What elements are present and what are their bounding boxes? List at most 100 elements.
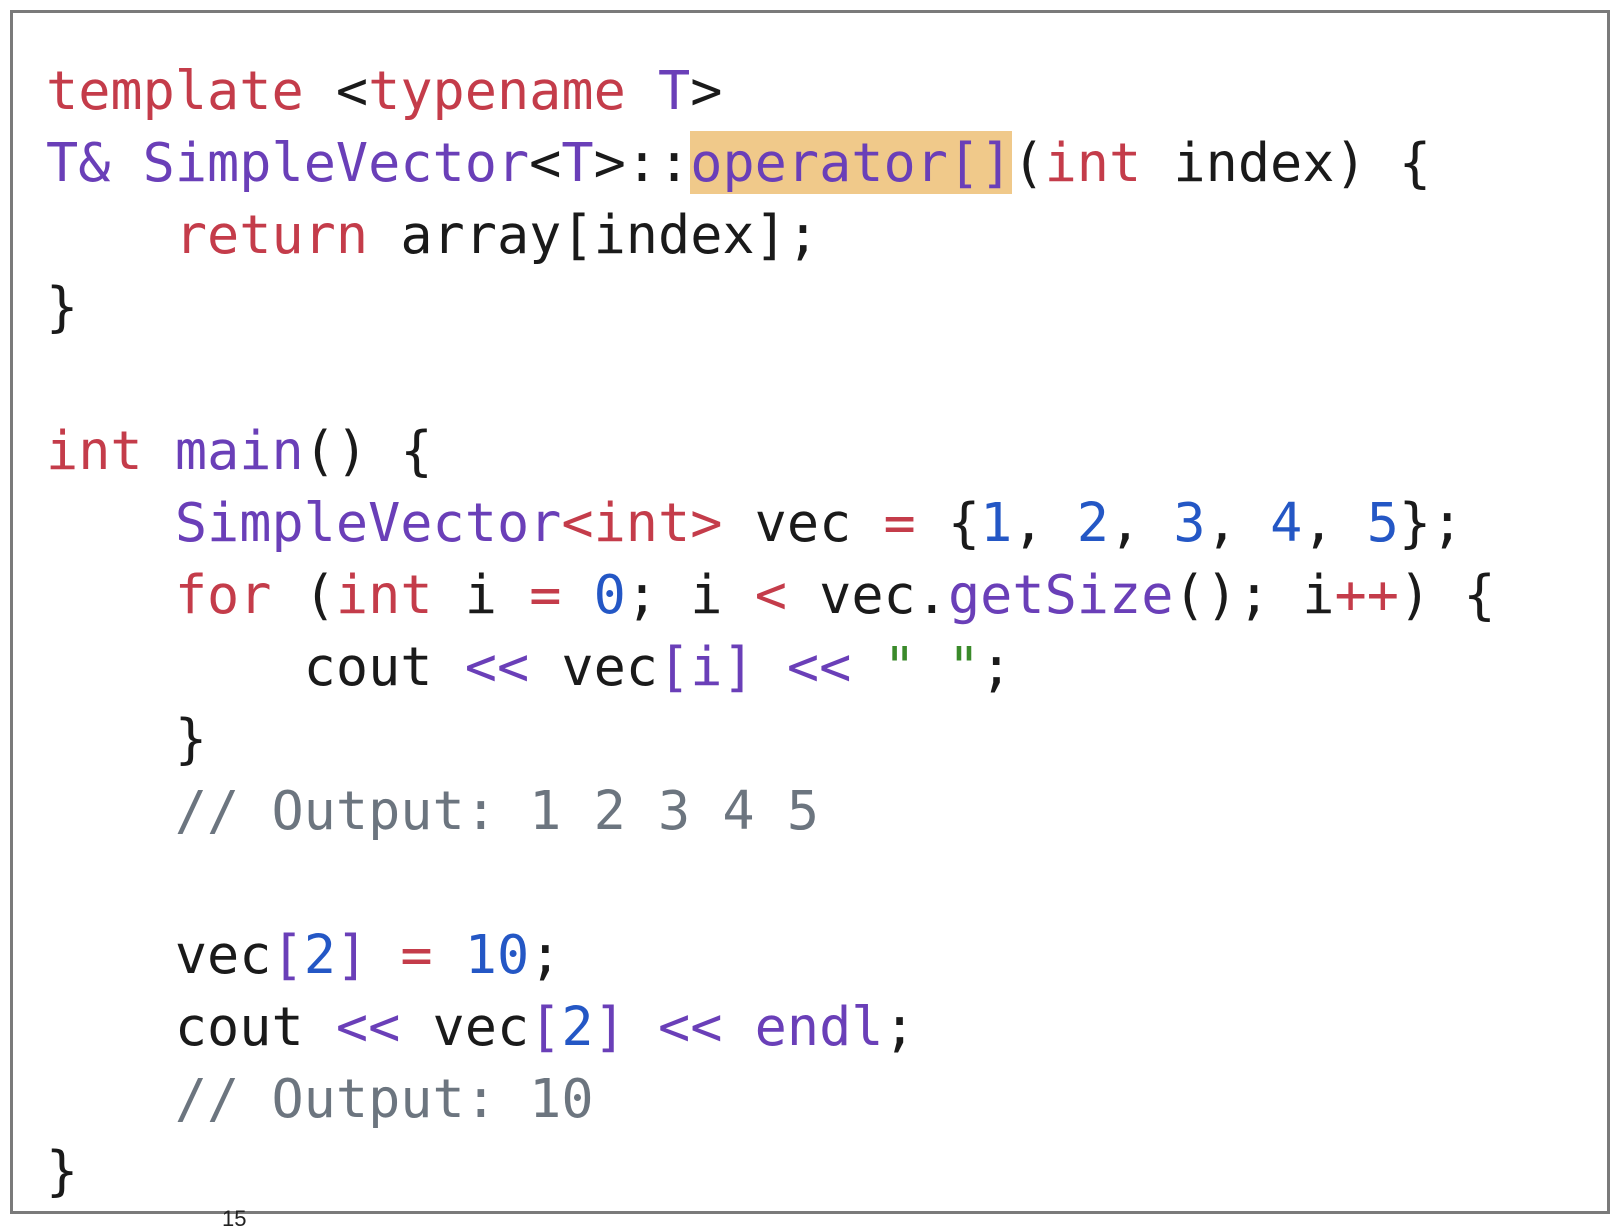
code-line: // Output: 1 2 3 4 5 bbox=[46, 775, 1496, 847]
plain-token: } bbox=[46, 707, 208, 770]
type-token: T& bbox=[46, 131, 111, 194]
type-token: SimpleVector bbox=[142, 131, 530, 194]
plain-token: vec. bbox=[786, 563, 948, 626]
plain-token: , bbox=[1302, 491, 1367, 554]
function-token: getSize bbox=[947, 563, 1174, 626]
function-token: endl bbox=[754, 995, 884, 1058]
keyword-token: < bbox=[754, 563, 787, 626]
code-line: return array[index]; bbox=[46, 199, 1496, 271]
code-frame: template <typename T> T& SimpleVector<T>:… bbox=[10, 10, 1610, 1214]
keyword-token: <int> bbox=[561, 491, 723, 554]
keyword-token: = bbox=[529, 563, 562, 626]
code-block: template <typename T> T& SimpleVector<T>:… bbox=[46, 13, 1496, 1207]
code-line: for (int i = 0; i < vec.getSize(); i++) … bbox=[46, 559, 1496, 631]
operator-token: << bbox=[335, 995, 401, 1058]
type-token: T bbox=[561, 131, 594, 194]
keyword-token: int bbox=[335, 563, 433, 626]
code-line: SimpleVector<int> vec = {1, 2, 3, 4, 5}; bbox=[46, 487, 1496, 559]
keyword-token: typename bbox=[368, 59, 626, 122]
plain-token: vec bbox=[46, 923, 272, 986]
code-line: vec[2] = 10; bbox=[46, 919, 1496, 991]
operator-token: ] bbox=[335, 923, 369, 986]
code-line: cout << vec[i] << " "; bbox=[46, 631, 1496, 703]
plain-token: ; bbox=[529, 923, 562, 986]
plain-token: ) { bbox=[1398, 563, 1496, 626]
plain-token: ( bbox=[1012, 131, 1045, 194]
code-line: cout << vec[2] << endl; bbox=[46, 991, 1496, 1063]
number-token: 3 bbox=[1173, 491, 1206, 554]
keyword-token: = bbox=[400, 923, 433, 986]
operator-token: [ bbox=[271, 923, 304, 986]
keyword-token: = bbox=[883, 491, 916, 554]
keyword-token: int bbox=[46, 419, 143, 482]
keyword-token: return bbox=[174, 203, 369, 266]
comment-token: // Output: 1 2 3 4 5 bbox=[174, 779, 820, 842]
plain-token: ( bbox=[271, 563, 336, 626]
code-line: int main() { bbox=[46, 415, 1496, 487]
plain-token: < bbox=[303, 59, 369, 122]
operator-token: [i] bbox=[658, 635, 755, 698]
code-line: ​ bbox=[46, 343, 1496, 415]
code-line: } bbox=[46, 271, 1496, 343]
keyword-token: int bbox=[1044, 131, 1142, 194]
code-line: } bbox=[46, 703, 1496, 775]
page-number: 15 bbox=[222, 1206, 247, 1231]
plain-token: vec bbox=[529, 635, 658, 698]
code-line: template <typename T> bbox=[46, 55, 1496, 127]
function-token: main bbox=[174, 419, 304, 482]
plain-token: } bbox=[46, 275, 79, 338]
plain-token: cout bbox=[46, 635, 465, 698]
operator-token: << bbox=[658, 995, 723, 1058]
plain-token: > bbox=[690, 59, 723, 122]
plain-token: >:: bbox=[593, 131, 691, 194]
plain-token: i bbox=[432, 563, 530, 626]
number-token: 2 bbox=[1076, 491, 1109, 554]
plain-token: , bbox=[1205, 491, 1271, 554]
operator-token: << bbox=[464, 635, 530, 698]
plain-token: ; i bbox=[625, 563, 755, 626]
operator-token: ] bbox=[593, 995, 626, 1058]
number-token: 10 bbox=[464, 923, 530, 986]
plain-token: { bbox=[915, 491, 981, 554]
number-token: 2 bbox=[561, 995, 594, 1058]
type-token: SimpleVector bbox=[174, 491, 562, 554]
plain-token: < bbox=[529, 131, 562, 194]
plain-token: () { bbox=[303, 419, 433, 482]
plain-token: , bbox=[1012, 491, 1077, 554]
plain-token: vec bbox=[722, 491, 884, 554]
highlighted-token: operator[] bbox=[690, 131, 1013, 194]
plain-token: }; bbox=[1398, 491, 1464, 554]
code-line: T& SimpleVector<T>::operator[](int index… bbox=[46, 127, 1496, 199]
plain-token: (); i bbox=[1173, 563, 1335, 626]
comment-token: // Output: 10 bbox=[174, 1067, 594, 1130]
number-token: 5 bbox=[1366, 491, 1399, 554]
keyword-token: ++ bbox=[1334, 563, 1399, 626]
code-line: } bbox=[46, 1135, 1496, 1207]
type-token: T bbox=[658, 59, 691, 122]
plain-token: vec bbox=[400, 995, 530, 1058]
operator-token: [ bbox=[529, 995, 562, 1058]
keyword-token: template bbox=[46, 59, 304, 122]
number-token: 2 bbox=[303, 923, 336, 986]
operator-token: << bbox=[786, 635, 852, 698]
keyword-token: for bbox=[174, 563, 272, 626]
plain-token: , bbox=[1109, 491, 1174, 554]
plain-token: cout bbox=[46, 995, 336, 1058]
number-token: 4 bbox=[1270, 491, 1303, 554]
code-line: // Output: 10 bbox=[46, 1063, 1496, 1135]
string-token: " " bbox=[883, 635, 981, 698]
number-token: 1 bbox=[980, 491, 1013, 554]
